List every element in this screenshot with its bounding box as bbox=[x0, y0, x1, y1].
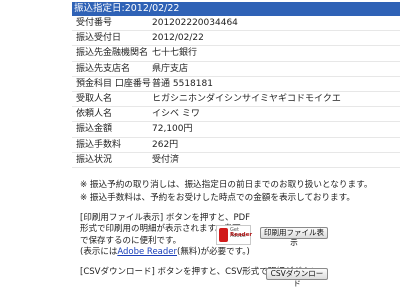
detail-label: 振込手数料 bbox=[76, 139, 122, 150]
detail-label: 受付番号 bbox=[76, 18, 113, 28]
notes: ※ 振込予約の取り消しは、振込指定日の前日までのお取り扱いとなります。 ※ 振込… bbox=[80, 179, 395, 205]
detail-value: 普通 5518181 bbox=[152, 78, 213, 89]
detail-row-status: 振込状況 受付済 bbox=[72, 153, 400, 168]
detail-row-amount: 振込金額 72,100円 bbox=[72, 122, 400, 138]
csv-instruction-line: [CSVダウンロード] ボタンを押すと、CSV形式で明細がダウン bbox=[80, 267, 319, 277]
detail-value: 201202220034464 bbox=[152, 18, 238, 28]
detail-value: 262円 bbox=[152, 139, 179, 150]
detail-label: 振込金額 bbox=[76, 124, 113, 135]
print-note-prefix: (表示には bbox=[80, 247, 118, 258]
adobe-reader-badge[interactable]: Get Adobe Reader bbox=[216, 225, 253, 245]
print-instruction-line: [印刷用ファイル表示] ボタンを押すと、PDF bbox=[80, 213, 251, 223]
transfer-date-header: 振込指定日:2012/02/22 bbox=[72, 2, 400, 16]
detail-label: 振込先金融機関名 bbox=[76, 48, 149, 59]
detail-label: 振込状況 bbox=[76, 154, 113, 165]
adobe-reader-link[interactable]: Adobe Reader bbox=[117, 247, 177, 257]
print-file-button[interactable]: 印刷用ファイル表示 bbox=[260, 227, 328, 247]
csv-download-button[interactable]: CSVダウンロード bbox=[266, 268, 328, 288]
detail-value: 受付済 bbox=[152, 154, 180, 165]
adobe-reader-text: Reader bbox=[230, 232, 253, 238]
detail-row-account: 預金科目 口座番号 普通 5518181 bbox=[72, 77, 400, 92]
transfer-details-table: 受付番号 201202220034464 振込受付日 2012/02/22 振込… bbox=[72, 16, 400, 168]
detail-label: 受取人名 bbox=[76, 93, 113, 104]
detail-value: 2012/02/22 bbox=[152, 33, 204, 44]
detail-row-receipt-date: 振込受付日 2012/02/22 bbox=[72, 31, 400, 47]
print-note-suffix: (無料)が必要です。) bbox=[177, 247, 250, 258]
detail-value: イシベ ミワ bbox=[152, 109, 200, 120]
detail-row-recipient: 受取人名 ヒガシニホンダイシンサイミヤギコドモイクエ bbox=[72, 92, 400, 108]
detail-value: 七十七銀行 bbox=[152, 48, 198, 59]
detail-row-bank-name: 振込先金融機関名 七十七銀行 bbox=[72, 46, 400, 62]
note-cancellation: ※ 振込予約の取り消しは、振込指定日の前日までのお取り扱いとなります。 bbox=[80, 180, 373, 190]
print-instruction-line: (表示にはAdobe Reader(無料)が必要です。) bbox=[80, 247, 250, 258]
detail-value: 県庁支店 bbox=[152, 63, 189, 74]
detail-row-receipt-number: 受付番号 201202220034464 bbox=[72, 16, 400, 32]
detail-value: ヒガシニホンダイシンサイミヤギコドモイクエ bbox=[152, 93, 341, 104]
csv-instructions: [CSVダウンロード] ボタンを押すと、CSV形式で明細がダウン bbox=[80, 267, 319, 278]
detail-label: 預金科目 口座番号 bbox=[76, 78, 151, 89]
detail-label: 依頼人名 bbox=[76, 109, 113, 120]
detail-row-requester: 依頼人名 イシベ ミワ bbox=[72, 107, 400, 123]
detail-row-branch-name: 振込先支店名 県庁支店 bbox=[72, 62, 400, 77]
note-fee: ※ 振込手数料は、予約をお受けした時点での金額を表示しております。 bbox=[80, 193, 355, 203]
detail-row-fee: 振込手数料 262円 bbox=[72, 138, 400, 153]
adobe-logo-icon bbox=[219, 228, 228, 242]
detail-label: 振込先支店名 bbox=[76, 63, 131, 74]
detail-label: 振込受付日 bbox=[76, 33, 122, 44]
detail-value: 72,100円 bbox=[152, 124, 193, 135]
